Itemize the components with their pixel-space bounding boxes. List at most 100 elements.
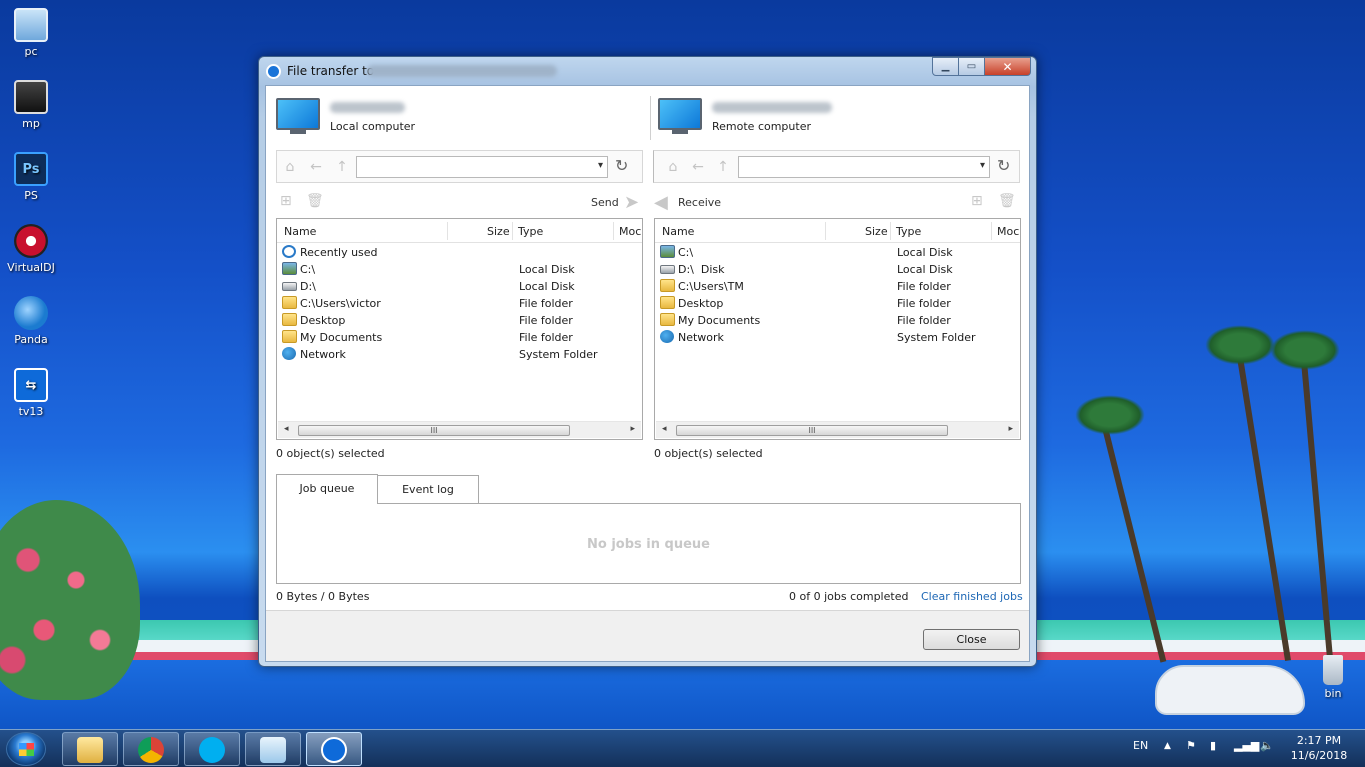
taskbar-notepad[interactable] [245, 732, 301, 766]
home-icon[interactable]: ⌂ [281, 159, 299, 175]
local-column-headers: Name Size Type Moc [277, 219, 642, 243]
table-row[interactable]: D:\ Disk Local Disk [655, 261, 1020, 278]
column-header-type[interactable]: Type [518, 225, 543, 238]
local-computer-label: Local computer [330, 120, 416, 133]
folder-icon [660, 279, 675, 292]
scroll-right-icon[interactable]: ▸ [1008, 424, 1013, 434]
power-icon[interactable]: ▮ [1210, 739, 1216, 752]
teamviewer-icon [321, 737, 347, 763]
table-row[interactable]: C:\ Local Disk [277, 261, 642, 278]
receive-arrow-icon[interactable]: ◀ [654, 192, 668, 213]
desktop-icon-panda[interactable]: Panda [6, 296, 56, 346]
file-type: File folder [519, 314, 573, 327]
taskbar-skype[interactable] [184, 732, 240, 766]
new-folder-icon[interactable]: ⊞ [280, 193, 292, 209]
start-button[interactable] [6, 732, 46, 766]
window-close-button[interactable]: ✕ [985, 57, 1031, 76]
tab-event-log[interactable]: Event log [377, 475, 479, 503]
column-header-name[interactable]: Name [662, 225, 694, 238]
file-type: File folder [897, 314, 951, 327]
file-transfer-window: File transfer to ▁ ▭ ✕ Local computer Re… [258, 56, 1037, 667]
file-type: File folder [897, 297, 951, 310]
file-type: System Folder [519, 348, 598, 361]
scroll-right-icon[interactable]: ▸ [630, 424, 635, 434]
scrollbar-thumb[interactable]: III [676, 425, 948, 436]
computer-icon [14, 8, 48, 42]
refresh-icon[interactable]: ↻ [615, 156, 628, 175]
up-arrow-icon[interactable]: ↑ [333, 159, 351, 175]
table-row[interactable]: C:\ Local Disk [655, 244, 1020, 261]
table-row[interactable]: C:\Users\TM File folder [655, 278, 1020, 295]
skype-icon [199, 737, 225, 763]
table-row[interactable]: Desktop File folder [277, 312, 642, 329]
window-titlebar[interactable]: File transfer to ▁ ▭ ✕ [259, 57, 1036, 85]
local-path-dropdown[interactable]: ▾ [356, 156, 608, 178]
file-name: C:\ [300, 263, 316, 276]
desktop-icon-ps[interactable]: Ps PS [6, 152, 56, 202]
file-name: D:\ Disk [678, 263, 725, 276]
horizontal-scrollbar[interactable]: ◂ III ▸ [656, 421, 1019, 438]
palm-tree-crown [1075, 395, 1145, 435]
desktop-icon-tv13[interactable]: ⇆ tv13 [6, 368, 56, 418]
receive-button[interactable]: Receive [678, 196, 721, 209]
chrome-icon [138, 737, 164, 763]
table-row[interactable]: Desktop File folder [655, 295, 1020, 312]
taskbar-teamviewer[interactable] [306, 732, 362, 766]
column-header-modified[interactable]: Moc [619, 225, 641, 238]
file-name: My Documents [678, 314, 761, 327]
desktop-icon-recycle-bin[interactable]: bin [1316, 655, 1350, 700]
table-row[interactable]: Network System Folder [277, 346, 642, 363]
folder-icon [282, 296, 297, 309]
remote-file-list[interactable]: Name Size Type Moc C:\ Local Disk D:\ Di… [654, 218, 1021, 440]
column-header-size[interactable]: Size [865, 225, 888, 238]
system-clock[interactable]: 2:17 PM 11/6/2018 [1288, 733, 1350, 763]
scroll-left-icon[interactable]: ◂ [662, 424, 667, 434]
column-header-size[interactable]: Size [487, 225, 510, 238]
tab-job-queue[interactable]: Job queue [276, 474, 378, 504]
system-disk-icon [660, 245, 675, 258]
folder-icon [282, 313, 297, 326]
volume-icon[interactable]: 🔈 [1260, 739, 1274, 752]
remote-path-dropdown[interactable]: ▾ [738, 156, 990, 178]
table-row[interactable]: D:\ Local Disk [277, 278, 642, 295]
back-arrow-icon[interactable]: ← [689, 159, 707, 175]
file-type: File folder [519, 331, 573, 344]
redacted-remote-name [712, 102, 832, 113]
desktop-icon-pc[interactable]: pc [6, 8, 56, 58]
send-button[interactable]: Send [591, 196, 619, 209]
table-row[interactable]: Network System Folder [655, 329, 1020, 346]
column-header-modified[interactable]: Moc [997, 225, 1019, 238]
up-arrow-icon[interactable]: ↑ [714, 159, 732, 175]
local-file-list[interactable]: Name Size Type Moc Recently used C:\ Loc… [276, 218, 643, 440]
close-button[interactable]: Close [923, 629, 1020, 650]
scroll-left-icon[interactable]: ◂ [284, 424, 289, 434]
column-header-type[interactable]: Type [896, 225, 921, 238]
table-row[interactable]: Recently used [277, 244, 642, 261]
table-row[interactable]: My Documents File folder [277, 329, 642, 346]
delete-icon[interactable]: 🗑 [998, 193, 1016, 209]
delete-icon[interactable]: 🗑 [306, 193, 324, 209]
column-header-name[interactable]: Name [284, 225, 316, 238]
maximize-button[interactable]: ▭ [959, 57, 985, 76]
table-row[interactable]: My Documents File folder [655, 312, 1020, 329]
taskbar-chrome[interactable] [123, 732, 179, 766]
back-arrow-icon[interactable]: ← [307, 159, 325, 175]
action-center-flag-icon[interactable]: ⚑ [1186, 739, 1196, 752]
new-folder-icon[interactable]: ⊞ [971, 193, 983, 209]
horizontal-scrollbar[interactable]: ◂ III ▸ [278, 421, 641, 438]
language-indicator[interactable]: EN [1133, 739, 1148, 752]
show-hidden-icons-icon[interactable]: ▲ [1164, 741, 1171, 751]
job-queue-panel: No jobs in queue [276, 503, 1021, 584]
desktop-icon-virtualdj[interactable]: VirtualDJ [6, 224, 56, 274]
clear-finished-jobs-link[interactable]: Clear finished jobs [921, 590, 1023, 603]
refresh-icon[interactable]: ↻ [997, 156, 1010, 175]
desktop-icon-mp[interactable]: mp [6, 80, 56, 130]
home-icon[interactable]: ⌂ [664, 159, 682, 175]
taskbar-explorer[interactable] [62, 732, 118, 766]
file-name: Recently used [300, 246, 378, 259]
minimize-button[interactable]: ▁ [932, 57, 959, 76]
scrollbar-thumb[interactable]: III [298, 425, 570, 436]
network-signal-icon[interactable]: ▂▄▆ [1234, 739, 1259, 752]
table-row[interactable]: C:\Users\victor File folder [277, 295, 642, 312]
send-arrow-icon[interactable]: ➤ [624, 192, 639, 213]
